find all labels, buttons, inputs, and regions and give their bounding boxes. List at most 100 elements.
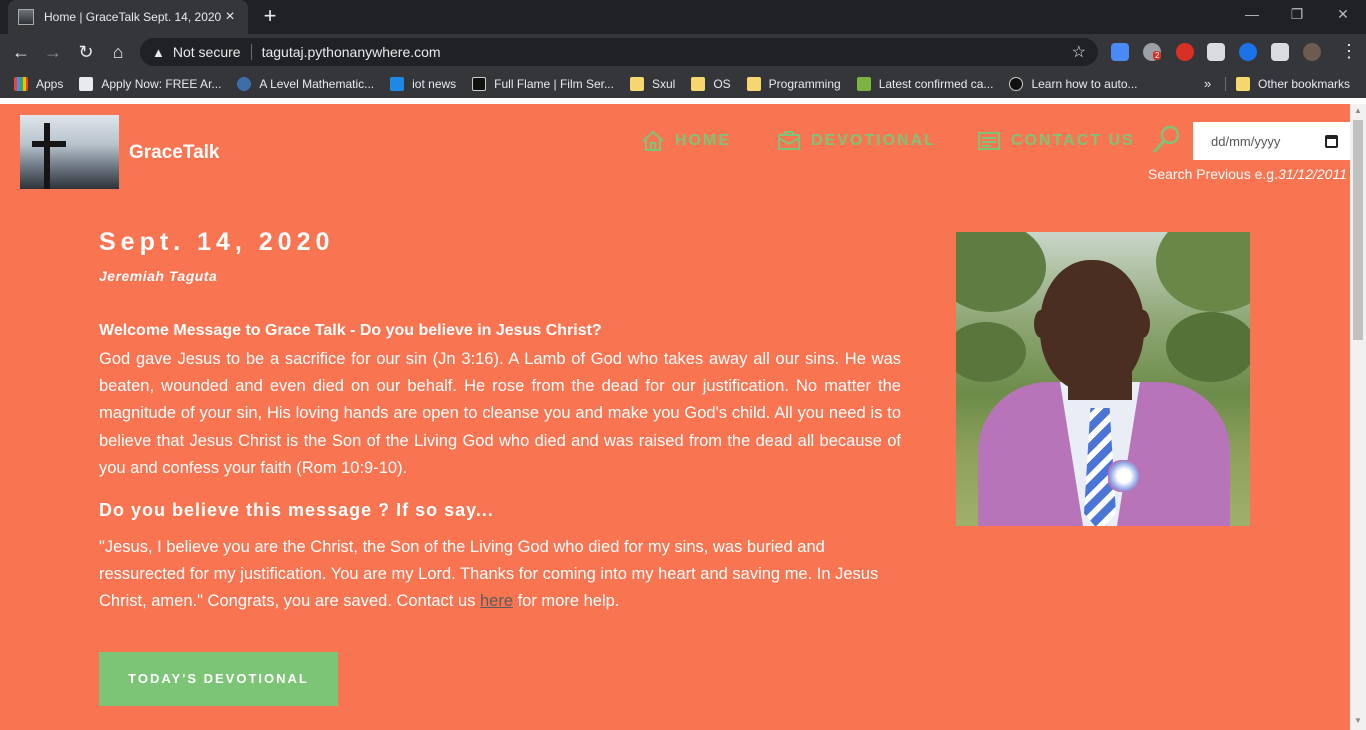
bookmark-apply-now[interactable]: Apply Now: FREE Ar...: [79, 77, 221, 91]
shield-extension-icon[interactable]: [1207, 43, 1225, 61]
extension-badge-count: 2: [1153, 51, 1162, 60]
scroll-thumb[interactable]: [1353, 120, 1363, 340]
back-icon[interactable]: ←: [10, 41, 32, 63]
bookmark-folder-sxul[interactable]: Sxul: [629, 77, 676, 91]
bookmark-label: Latest confirmed ca...: [878, 77, 994, 91]
bookmark-folder-programming[interactable]: Programming: [746, 77, 841, 91]
date-placeholder: dd/mm/yyyy: [1211, 133, 1281, 149]
bookmark-label: Sxul: [651, 77, 676, 91]
other-bookmarks[interactable]: Other bookmarks: [1236, 70, 1350, 98]
bookmark-label: iot news: [412, 77, 457, 91]
bookmark-label: Apply Now: FREE Ar...: [101, 77, 222, 91]
search-hint-prefix: Search Previous e.g.: [1148, 166, 1278, 182]
post-author: Jeremiah Taguta: [99, 268, 218, 284]
full-flame-favicon: [472, 77, 487, 91]
intro-body: God gave Jesus to be a sacrifice for our…: [99, 350, 901, 477]
bookmarks-overflow-icon[interactable]: »: [1204, 76, 1211, 91]
address-divider: [250, 44, 252, 60]
prayer-paragraph: "Jesus, I believe you are the Christ, th…: [99, 534, 889, 616]
minimize-icon[interactable]: —: [1232, 6, 1272, 22]
home-browser-icon[interactable]: ⌂: [107, 41, 129, 63]
cross-icon: [44, 123, 50, 189]
bookmark-label: Programming: [768, 77, 841, 91]
prayer-suffix: for more help.: [517, 592, 620, 611]
site-logo[interactable]: [20, 115, 119, 189]
bookmark-learn-how[interactable]: Learn how to auto...: [1009, 77, 1138, 91]
apply-now-favicon: [79, 77, 94, 91]
photo-ear: [1034, 310, 1048, 338]
contact-card-icon: [978, 132, 1000, 150]
security-label[interactable]: Not secure: [173, 44, 241, 60]
bookmark-label: Apps: [36, 77, 64, 91]
search-hint: Search Previous e.g.31/12/2011: [1148, 166, 1347, 182]
zoom-extension-icon[interactable]: [1111, 43, 1129, 61]
photo-ear: [1136, 310, 1150, 338]
cross-bar: [32, 141, 66, 147]
vpn-extension-icon[interactable]: [1239, 43, 1257, 61]
bookmark-folder-os[interactable]: OS: [691, 77, 731, 91]
bookmarks-bar: Apps Apply Now: FREE Ar... A Level Mathe…: [0, 70, 1366, 98]
author-photo: [956, 232, 1250, 526]
folder-icon: [629, 77, 644, 91]
nav-home[interactable]: HOME: [641, 130, 731, 152]
browser-tab[interactable]: Home | GraceTalk Sept. 14, 2020 ×: [8, 0, 248, 34]
window-close-icon[interactable]: ✕: [1323, 6, 1363, 23]
browser-menu-icon[interactable]: ⋮: [1340, 41, 1358, 62]
bookmark-apps[interactable]: Apps: [14, 77, 63, 91]
reload-icon[interactable]: ↻: [75, 41, 97, 63]
new-tab-button[interactable]: +: [258, 4, 282, 28]
apps-grid-icon: [14, 77, 28, 91]
date-search-input[interactable]: dd/mm/yyyy: [1193, 122, 1350, 160]
nav-contact-label: CONTACT US: [1011, 132, 1135, 149]
iot-news-favicon: [390, 77, 405, 91]
intro-heading: Welcome Message to Grace Talk - Do you b…: [99, 322, 602, 339]
bookmark-a-level-maths[interactable]: A Level Mathematic...: [237, 77, 374, 91]
photo-tree: [956, 232, 1046, 312]
contact-here-link[interactable]: here: [480, 592, 513, 610]
bookmark-full-flame[interactable]: Full Flame | Film Ser...: [472, 77, 614, 91]
url-text[interactable]: tagutaj.pythonanywhere.com: [262, 44, 1072, 60]
restore-icon[interactable]: ❐: [1277, 6, 1317, 23]
bookmark-label: A Level Mathematic...: [259, 77, 375, 91]
nav-devotional[interactable]: DEVOTIONAL: [777, 130, 936, 152]
tab-strip: Home | GraceTalk Sept. 14, 2020 × + — ❐ …: [0, 0, 1366, 34]
favicon-icon: [18, 9, 34, 25]
search-hint-example: 31/12/2011: [1277, 166, 1347, 182]
puzzle-extensions-icon[interactable]: [1271, 43, 1289, 61]
address-bar[interactable]: ▲ Not secure tagutaj.pythonanywhere.com …: [140, 38, 1098, 66]
bookmark-label: Full Flame | Film Ser...: [494, 77, 614, 91]
folder-icon: [1236, 77, 1250, 91]
nav-contact[interactable]: CONTACT US: [977, 130, 1135, 152]
bookmark-label: OS: [713, 77, 731, 91]
other-bookmarks-label: Other bookmarks: [1258, 77, 1351, 91]
page-scrollbar[interactable]: ▲ ▼: [1350, 104, 1366, 730]
photo-head: [1040, 260, 1144, 392]
believe-heading: Do you believe this message ? If so say.…: [99, 500, 494, 520]
scroll-up-icon[interactable]: ▲: [1353, 106, 1363, 115]
todays-devotional-button[interactable]: TODAY'S DEVOTIONAL: [99, 652, 338, 706]
extension-badge-icon[interactable]: 2: [1143, 43, 1162, 61]
power-extension-icon[interactable]: [1176, 43, 1194, 61]
photo-tree: [1156, 232, 1250, 312]
search-icon[interactable]: [1152, 124, 1182, 154]
folder-icon: [691, 77, 706, 91]
scroll-down-icon[interactable]: ▼: [1353, 716, 1363, 725]
latest-confirmed-favicon: [856, 77, 871, 91]
site-brand[interactable]: GraceTalk: [129, 142, 219, 164]
profile-avatar[interactable]: [1303, 43, 1321, 61]
photo-tree: [1166, 312, 1250, 382]
calendar-icon[interactable]: [1325, 134, 1338, 148]
folder-icon: [746, 77, 761, 91]
bookmark-iot-news[interactable]: iot news: [390, 77, 456, 91]
tab-title: Home | GraceTalk Sept. 14, 2020: [44, 10, 222, 24]
forward-icon[interactable]: →: [42, 41, 64, 63]
bookmarks-divider: [1225, 77, 1226, 91]
page-content: GraceTalk HOME DEVOTIONAL CONTACT US dd/…: [0, 104, 1350, 730]
warning-icon: ▲: [152, 44, 165, 60]
bookmark-star-icon[interactable]: ☆: [1072, 42, 1086, 62]
photo-pocket-square: [1108, 460, 1140, 492]
learn-favicon: [1009, 77, 1024, 91]
bookmark-latest-confirmed[interactable]: Latest confirmed ca...: [856, 77, 994, 91]
tab-close-icon[interactable]: ×: [222, 8, 238, 26]
envelope-icon: [778, 131, 800, 150]
